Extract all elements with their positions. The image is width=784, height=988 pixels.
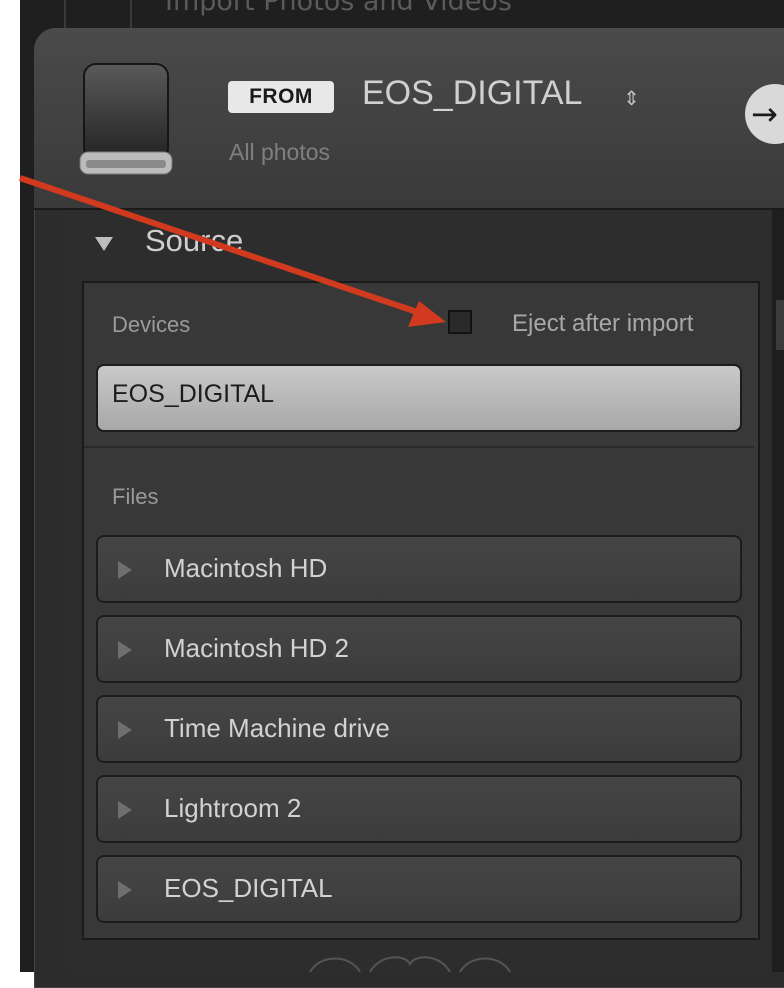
disclosure-triangle-icon[interactable] [95,237,113,251]
device-item-label[interactable]: EOS_DIGITAL [112,380,274,409]
dialog-title: Import Photos and Videos [165,0,512,17]
expand-triangle-icon[interactable] [118,801,132,819]
expand-triangle-icon[interactable] [118,641,132,659]
expand-triangle-icon[interactable] [118,721,132,739]
file-item[interactable]: Time Machine drive [96,695,742,763]
file-item-label[interactable]: Lightroom 2 [164,793,301,824]
file-item[interactable]: Macintosh HD [96,535,742,603]
section-divider [84,446,754,448]
eject-checkbox-label[interactable]: Eject after import [512,310,693,338]
file-item-label[interactable]: Macintosh HD 2 [164,633,349,664]
expand-triangle-icon[interactable] [118,561,132,579]
from-badge: FROM [228,81,334,113]
hard-drive-icon [79,63,173,175]
eject-checkbox[interactable] [448,310,472,334]
file-item[interactable]: Macintosh HD 2 [96,615,742,683]
files-heading: Files [112,484,159,509]
stepper-arrows-icon[interactable]: ⇕ [623,86,640,110]
file-item[interactable]: Lightroom 2 [96,775,742,843]
file-item-label[interactable]: Macintosh HD [164,553,327,584]
file-item-label[interactable]: EOS_DIGITAL [164,873,333,904]
page-margin [0,0,20,972]
file-item-label[interactable]: Time Machine drive [164,713,390,744]
expand-triangle-icon[interactable] [118,881,132,899]
panel-end-ornament-icon [309,956,511,972]
devices-heading: Devices [112,312,191,337]
source-selector[interactable]: EOS_DIGITAL [362,74,582,113]
scrollbar-thumb[interactable] [776,300,784,350]
source-filter-label[interactable]: All photos [229,139,330,166]
file-item[interactable]: EOS_DIGITAL [96,855,742,923]
section-title[interactable]: Source [145,223,243,259]
